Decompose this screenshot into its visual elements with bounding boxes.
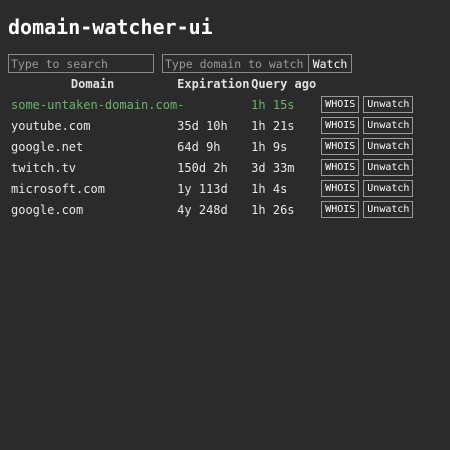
whois-button[interactable]: WHOIS [321, 201, 360, 218]
table-row: google.net 64d 9h 1h 9s WHOIS Unwatch [8, 136, 417, 157]
table-row: twitch.tv 150d 2h 3d 33m WHOIS Unwatch [8, 157, 417, 178]
query-ago-cell: 3d 33m [251, 160, 295, 175]
expiration-cell: 150d 2h [177, 160, 228, 175]
column-header-expiration: Expiration [177, 77, 250, 91]
domain-cell: twitch.tv [11, 160, 77, 175]
column-header-domain: Domain [70, 77, 115, 91]
unwatch-button[interactable]: Unwatch [363, 117, 414, 134]
row-actions: WHOIS Unwatch [318, 94, 417, 115]
row-actions: WHOIS Unwatch [318, 178, 417, 199]
query-ago-cell: 1h 4s [251, 181, 288, 196]
unwatch-button[interactable]: Unwatch [363, 96, 414, 113]
row-actions: WHOIS Unwatch [318, 157, 417, 178]
domain-input[interactable] [162, 54, 308, 73]
table-row: google.com 4y 248d 1h 26s WHOIS Unwatch [8, 199, 417, 220]
unwatch-button[interactable]: Unwatch [363, 159, 414, 176]
whois-button[interactable]: WHOIS [321, 159, 360, 176]
row-actions: WHOIS Unwatch [318, 199, 417, 220]
watch-button[interactable]: Watch [308, 54, 352, 73]
search-input[interactable] [8, 54, 154, 73]
table-row: youtube.com 35d 10h 1h 21s WHOIS Unwatch [8, 115, 417, 136]
unwatch-button[interactable]: Unwatch [363, 201, 414, 218]
row-actions: WHOIS Unwatch [318, 115, 417, 136]
whois-button[interactable]: WHOIS [321, 138, 360, 155]
expiration-cell: 1y 113d [177, 181, 228, 196]
table-row: microsoft.com 1y 113d 1h 4s WHOIS Unwatch [8, 178, 417, 199]
query-ago-cell: 1h 15s [251, 97, 295, 112]
whois-button[interactable]: WHOIS [321, 96, 360, 113]
table-header-row: Domain Expiration Query ago [8, 74, 417, 94]
query-ago-cell: 1h 21s [251, 118, 295, 133]
column-header-actions [318, 74, 417, 94]
domain-cell: google.com [11, 202, 84, 217]
column-header-query-ago: Query ago [251, 77, 317, 91]
whois-button[interactable]: WHOIS [321, 117, 360, 134]
domain-cell: microsoft.com [11, 181, 105, 196]
expiration-cell: 64d 9h [177, 139, 221, 154]
table-body: some-untaken-domain.com -1h 15s WHOIS Unwat… [8, 94, 417, 220]
expiration-cell: 35d 10h [177, 118, 228, 133]
whois-button[interactable]: WHOIS [321, 180, 360, 197]
unwatch-button[interactable]: Unwatch [363, 138, 414, 155]
domain-cell: youtube.com [11, 118, 91, 133]
page-title: domain-watcher-ui [8, 15, 213, 39]
unwatch-button[interactable]: Unwatch [363, 180, 414, 197]
query-ago-cell: 1h 26s [251, 202, 295, 217]
row-actions: WHOIS Unwatch [318, 136, 417, 157]
app-window: domain-watcher-ui Watch Domain Expiratio… [0, 0, 450, 450]
domain-cell: some-untaken-domain.com [11, 97, 178, 112]
query-ago-cell: 1h 9s [251, 139, 288, 154]
table-row: some-untaken-domain.com - 1h 15s WHOIS Unwat… [8, 94, 417, 115]
domain-cell: google.net [11, 139, 84, 154]
expiration-cell: - [177, 97, 185, 112]
domains-table: Domain Expiration Query ago some-untaken… [8, 74, 417, 220]
expiration-cell: 4y 248d [177, 202, 228, 217]
